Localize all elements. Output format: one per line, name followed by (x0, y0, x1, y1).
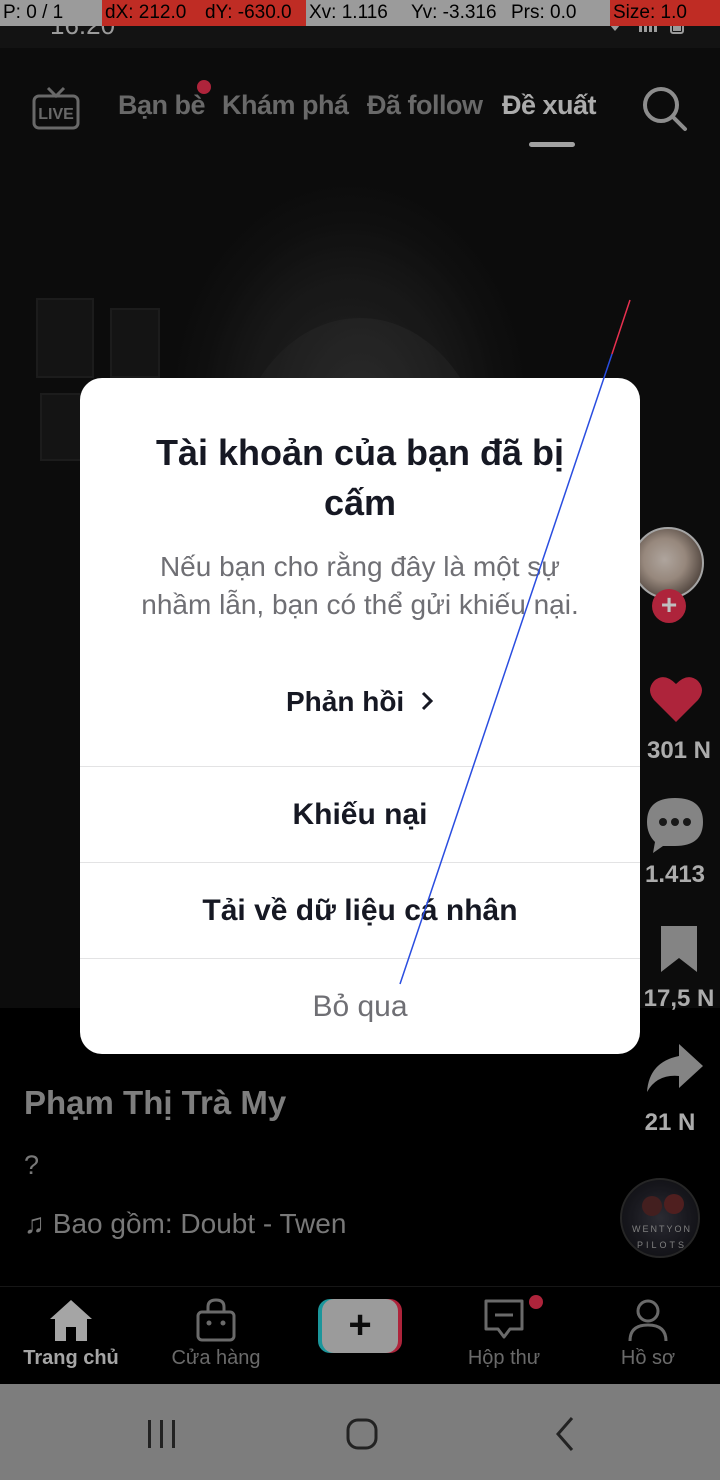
recent-apps-icon[interactable] (142, 1414, 182, 1454)
appeal-button[interactable]: Khiếu nại (80, 766, 640, 862)
download-data-button[interactable]: Tải về dữ liệu cá nhân (80, 862, 640, 958)
system-nav-bar (0, 1384, 720, 1480)
feedback-link[interactable]: Phản hồi (80, 686, 640, 718)
home-system-icon[interactable] (342, 1414, 382, 1454)
feedback-link-label: Phản hồi (285, 686, 405, 717)
account-banned-dialog: Tài khoản của bạn đã bị cấm Nếu bạn cho … (80, 378, 640, 1054)
dialog-title: Tài khoản của bạn đã bị cấm (155, 432, 565, 523)
dialog-message: Nếu bạn cho rằng đây là một sự nhầm lẫn,… (141, 551, 579, 620)
chevron-right-icon (420, 686, 434, 718)
skip-button[interactable]: Bỏ qua (80, 958, 640, 1054)
back-icon[interactable] (546, 1414, 586, 1454)
